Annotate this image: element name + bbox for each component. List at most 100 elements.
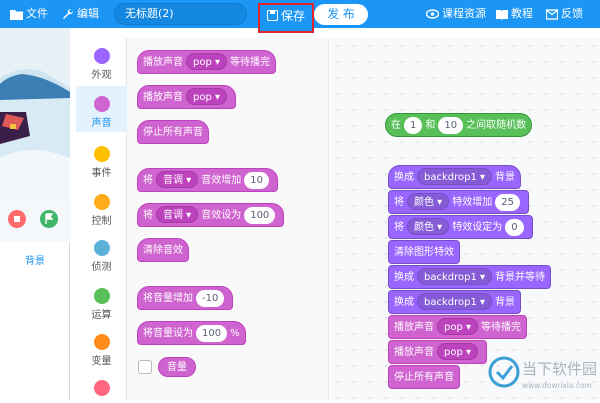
control-category-dot	[93, 194, 110, 210]
switch-backdrop-block-2[interactable]: 换成 backdrop1 ▾ 背景	[388, 290, 522, 314]
block-text: 将音量设为	[143, 328, 193, 339]
block-text: 背景	[495, 297, 516, 308]
set-looks-effect-block[interactable]: 将颜色 ▾ 特效设定为 0	[388, 215, 533, 239]
sound-dropdown[interactable]: pop ▾	[437, 343, 479, 360]
block-category-menu: 外观 声音 事件 控制 侦测 运算 变量	[76, 38, 127, 400]
value-input[interactable]: 0	[505, 219, 524, 236]
category-label: 外观	[91, 70, 112, 81]
play-sound-until-done-block[interactable]: 播放声音 pop ▾ 等待播完	[137, 50, 277, 74]
file-menu[interactable]: 文件	[10, 0, 48, 28]
category-sensing[interactable]: 侦测	[76, 240, 127, 273]
effect-dropdown[interactable]: 音调 ▾	[156, 171, 199, 188]
category-sound[interactable]: 声音	[76, 86, 127, 132]
category-looks[interactable]: 外观	[76, 48, 127, 81]
operators-category-dot	[93, 288, 110, 304]
clear-graphic-effects-block[interactable]: 清除图形特效	[388, 240, 460, 264]
folder-icon	[10, 10, 23, 20]
block-text: 播放声音	[143, 92, 183, 103]
backdrop-dropdown[interactable]: backdrop1 ▾	[417, 168, 493, 185]
volume-reporter-block[interactable]: 音量	[158, 357, 196, 377]
block-text: 播放声音	[394, 322, 434, 333]
green-flag-button[interactable]	[40, 210, 58, 228]
backdrop-dropdown[interactable]: backdrop1 ▾	[417, 293, 493, 310]
sensing-category-dot	[93, 240, 110, 256]
block-text: 特效设定为	[452, 222, 503, 233]
block-text: 将	[394, 197, 404, 208]
clear-sound-effects-block[interactable]: 清除音效	[137, 238, 189, 262]
block-text: 将	[143, 175, 153, 186]
value-input[interactable]: -10	[196, 290, 225, 307]
save-icon	[266, 10, 278, 21]
block-text: 在	[391, 120, 401, 131]
category-events[interactable]: 事件	[76, 146, 127, 179]
category-label: 声音	[91, 118, 112, 129]
backdrop-label: 背景	[25, 256, 45, 267]
eye-icon	[425, 9, 440, 19]
start-sound-block[interactable]: 播放声音 pop ▾	[388, 340, 488, 364]
sound-dropdown[interactable]: pop ▾	[186, 88, 228, 105]
category-control[interactable]: 控制	[76, 194, 127, 227]
sound-dropdown[interactable]: pop ▾	[437, 318, 479, 335]
block-text: 将音量增加	[143, 293, 193, 304]
category-more[interactable]	[76, 380, 127, 398]
value-input[interactable]: 100	[196, 325, 228, 342]
block-text: 播放声音	[394, 347, 434, 358]
tutorial-link[interactable]: 教程	[496, 0, 533, 28]
stop-all-sounds-block[interactable]: 停止所有声音	[388, 365, 460, 389]
publish-button[interactable]: 发 布	[314, 4, 368, 25]
block-text: 播放声音	[143, 57, 183, 68]
value-input[interactable]: 10	[438, 117, 464, 134]
stop-all-sounds-block[interactable]: 停止所有声音	[137, 120, 209, 144]
change-volume-block[interactable]: 将音量增加 -10	[137, 286, 234, 310]
feedback-link[interactable]: 反馈	[545, 0, 583, 28]
block-text: 特效增加	[452, 197, 493, 208]
change-sound-effect-block[interactable]: 将音调 ▾ 音效增加 10	[137, 168, 278, 192]
edit-menu[interactable]: 编辑	[62, 0, 99, 28]
project-title-input[interactable]: 无标题(2)	[114, 3, 247, 25]
wrench-icon	[63, 8, 74, 19]
block-text: 换成	[394, 297, 414, 308]
volume-monitor-checkbox[interactable]	[138, 360, 152, 374]
watermark-site-name: 当下软件园	[522, 360, 597, 378]
block-text: 将	[143, 210, 153, 221]
value-input[interactable]: 25	[495, 194, 520, 211]
start-sound-block[interactable]: 播放声音 pop ▾	[137, 85, 237, 109]
value-input[interactable]: 10	[244, 172, 269, 189]
play-sound-until-done-block[interactable]: 播放声音 pop ▾ 等待播完	[388, 315, 528, 339]
effect-dropdown[interactable]: 颜色 ▾	[407, 218, 450, 235]
change-looks-effect-block[interactable]: 将颜色 ▾ 特效增加 25	[388, 190, 529, 214]
block-text: 等待播完	[481, 322, 522, 333]
value-input[interactable]: 1	[404, 117, 423, 134]
set-volume-block[interactable]: 将音量设为 100%	[137, 321, 246, 345]
watermark: 当下软件园 www.downxia.com	[486, 346, 600, 400]
category-label: 运算	[91, 310, 112, 321]
watermark-url: www.downxia.com	[522, 381, 592, 390]
stage-preview[interactable]	[0, 28, 70, 198]
switch-backdrop-block[interactable]: 换成 backdrop1 ▾ 背景	[388, 165, 522, 189]
save-button[interactable]: 保存	[258, 3, 314, 33]
unit-text: %	[230, 328, 240, 339]
block-text: 和	[425, 120, 436, 131]
value-input[interactable]: 100	[244, 207, 276, 224]
sound-dropdown[interactable]: pop ▾	[186, 53, 228, 70]
category-operators[interactable]: 运算	[76, 288, 127, 321]
block-text: 音效设为	[201, 210, 242, 221]
book-icon	[496, 10, 508, 20]
course-resources-label: 课程资源	[442, 7, 486, 20]
tutorial-label: 教程	[511, 7, 533, 20]
block-text: 换成	[394, 272, 414, 283]
backdrop-dropdown[interactable]: backdrop1 ▾	[417, 268, 493, 285]
set-sound-effect-block[interactable]: 将音调 ▾ 音效设为 100	[137, 203, 285, 227]
category-variables[interactable]: 变量	[76, 334, 127, 367]
category-label: 控制	[91, 216, 112, 227]
category-label: 侦测	[91, 262, 112, 273]
pick-random-block[interactable]: 在 1 和 10 之间取随机数	[385, 113, 533, 137]
effect-dropdown[interactable]: 颜色 ▾	[407, 193, 450, 210]
looks-category-dot	[93, 48, 110, 64]
edit-menu-label: 编辑	[77, 7, 99, 20]
course-resources-link[interactable]: 课程资源	[425, 0, 486, 28]
stop-button[interactable]	[8, 210, 26, 228]
effect-dropdown[interactable]: 音调 ▾	[156, 206, 199, 223]
switch-backdrop-and-wait-block[interactable]: 换成 backdrop1 ▾ 背景并等待	[388, 265, 552, 289]
file-menu-label: 文件	[26, 7, 48, 20]
